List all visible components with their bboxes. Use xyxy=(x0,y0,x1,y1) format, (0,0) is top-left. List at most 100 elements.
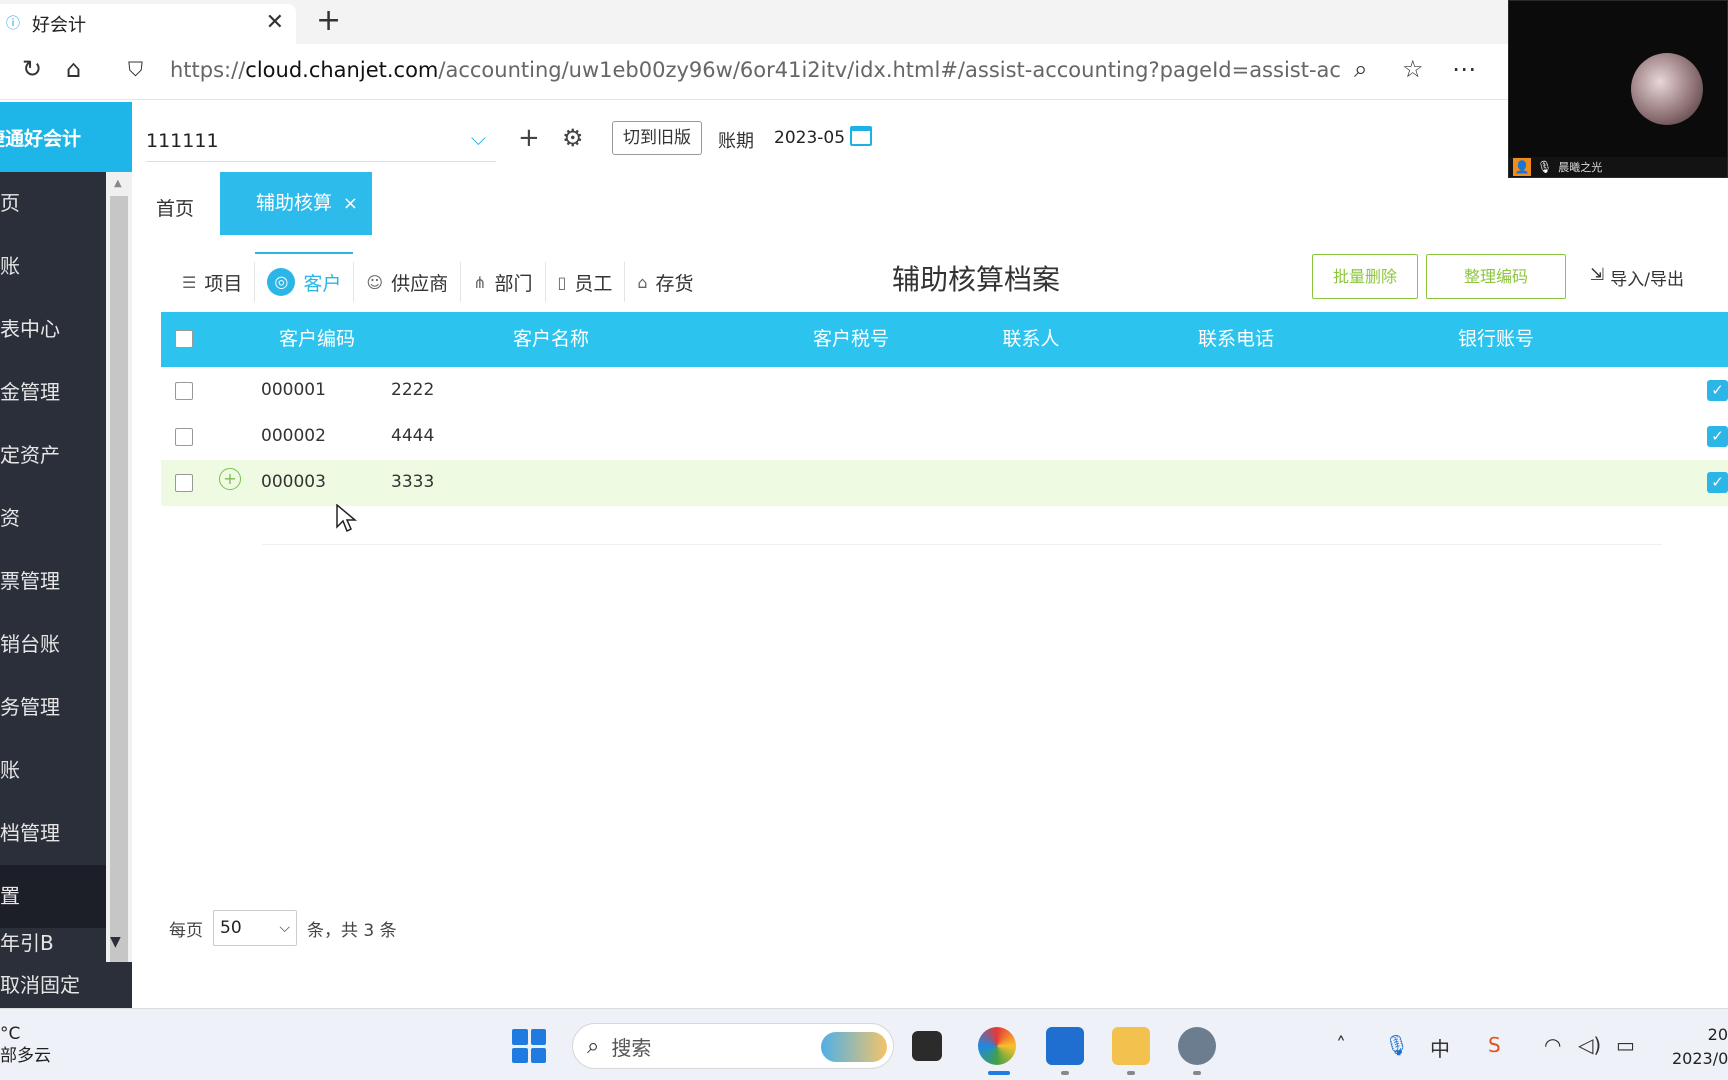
scroll-up-icon[interactable]: ▲ xyxy=(114,178,122,189)
column-header[interactable]: 银行账号 xyxy=(1431,312,1561,367)
sogou-input-icon[interactable]: S xyxy=(1488,1033,1501,1057)
battery-icon[interactable]: ▭ xyxy=(1616,1033,1635,1057)
ime-indicator[interactable]: 中 xyxy=(1430,1033,1450,1062)
category-tab-department[interactable]: ⋔ 部门 xyxy=(461,262,546,302)
sidebar-item-tax[interactable]: 务管理 xyxy=(0,676,106,739)
column-header[interactable]: 联系人 xyxy=(981,312,1081,367)
sidebar-item-salary[interactable]: 资 xyxy=(0,487,106,550)
shield-icon[interactable]: ⛉ xyxy=(128,54,143,84)
favorite-star-icon[interactable]: ☆ xyxy=(1402,54,1424,84)
home-icon[interactable]: ⌂ xyxy=(66,54,81,84)
sidebar-item-partial[interactable]: 年引B xyxy=(0,928,106,958)
switch-old-version-button[interactable]: 切到旧版 xyxy=(612,121,702,155)
sidebar-item-settings[interactable]: 置 xyxy=(0,865,106,928)
sidebar-item-reports[interactable]: 表中心 xyxy=(0,298,106,361)
unpin-sidebar-button[interactable]: 取消固定 xyxy=(0,962,132,1008)
sidebar-item-archives[interactable]: 档管理 xyxy=(0,802,106,865)
row-checkbox[interactable] xyxy=(175,428,193,446)
tab-home[interactable]: 首页 xyxy=(156,194,194,221)
category-tab-project[interactable]: ☰ 项目 xyxy=(170,262,256,302)
status-checkbox[interactable]: ✓ xyxy=(1707,472,1728,493)
new-tab-icon[interactable]: + xyxy=(316,4,341,38)
reorganize-codes-button[interactable]: 整理编码 xyxy=(1426,254,1566,299)
app-logo-text: 捷通好会计 xyxy=(0,127,82,150)
calendar-icon[interactable] xyxy=(850,126,872,146)
file-explorer-dark-icon[interactable] xyxy=(912,1031,942,1061)
row-checkbox[interactable] xyxy=(175,474,193,492)
add-row-icon[interactable]: + xyxy=(219,468,241,490)
browser-tab[interactable]: ⓘ 好会计 ✕ xyxy=(0,4,296,44)
category-tab-inventory[interactable]: ⌂ 存货 xyxy=(625,262,705,302)
sidebar-item-ledger[interactable]: 账 xyxy=(0,235,106,298)
select-all-checkbox[interactable] xyxy=(175,330,193,348)
list-icon: ☰ xyxy=(182,272,197,292)
category-tab-label: 供应商 xyxy=(391,272,449,295)
browser-tab-title: 好会计 xyxy=(32,15,86,36)
tab-assist-accounting[interactable]: 辅助核算 × xyxy=(220,172,372,235)
table-row[interactable]: + 000003 3333 ✓ xyxy=(161,460,1728,506)
chevron-up-icon[interactable]: ˄ xyxy=(1336,1033,1346,1057)
status-checkbox[interactable]: ✓ xyxy=(1707,380,1728,401)
category-tab-employee[interactable]: ▯ 员工 xyxy=(546,262,626,302)
sidebar-scrollbar[interactable]: ▲ ▼ xyxy=(106,172,132,1008)
import-export-button[interactable]: ⇲ 导入/导出 xyxy=(1590,265,1684,290)
reload-icon[interactable]: ↻ xyxy=(22,54,42,84)
status-checkbox[interactable]: ✓ xyxy=(1707,426,1728,447)
scroll-down-icon[interactable]: ▼ xyxy=(110,934,121,950)
system-clock[interactable]: 20 2023/0 xyxy=(1672,1023,1728,1071)
column-header[interactable]: 客户编码 xyxy=(261,312,373,367)
volume-icon[interactable]: ◁) xyxy=(1578,1033,1601,1057)
category-tab-label: 客户 xyxy=(303,272,342,295)
close-icon[interactable]: × xyxy=(343,172,358,235)
customer-code: 000002 xyxy=(261,426,326,446)
close-tab-icon[interactable]: ✕ xyxy=(266,10,284,35)
active-app-indicator xyxy=(988,1071,1010,1075)
sidebar-item-fixed-assets[interactable]: 定资产 xyxy=(0,424,106,487)
batch-delete-button[interactable]: 批量删除 xyxy=(1312,254,1418,299)
column-header[interactable]: 联系电话 xyxy=(1171,312,1301,367)
video-call-overlay[interactable]: 👤 🎙 晨曦之光 xyxy=(1508,0,1728,178)
meeting-app-icon[interactable] xyxy=(1046,1027,1084,1065)
category-tab-label: 项目 xyxy=(204,272,243,295)
url-field[interactable]: https://cloud.chanjet.com/accounting/uw1… xyxy=(170,58,1340,82)
sidebar-item-funds[interactable]: 金管理 xyxy=(0,361,106,424)
per-page-label: 每页 xyxy=(169,920,203,941)
search-icon: ⌕ xyxy=(587,1033,600,1059)
app-indicator xyxy=(1127,1071,1135,1075)
category-tab-customer[interactable]: ◎ 客户 xyxy=(255,252,355,302)
sidebar-item-sales-ledger[interactable]: 销台账 xyxy=(0,613,106,676)
sidebar-item-invoices[interactable]: 票管理 xyxy=(0,550,106,613)
table-header: 客户编码 客户名称 客户税号 联系人 联系电话 银行账号 xyxy=(161,312,1728,367)
category-tab-supplier[interactable]: ☺ 供应商 xyxy=(354,262,462,302)
zoom-icon[interactable]: ⌕ xyxy=(1354,54,1367,84)
table-row[interactable]: 000001 2222 ✓ xyxy=(161,368,1728,414)
windows-taskbar: °C 部多云 ⌕ 搜索 ˄ 🎙 中 S ◠ ◁) ▭ 20 2023/0 xyxy=(0,1008,1728,1080)
row-checkbox[interactable] xyxy=(175,382,193,400)
column-header[interactable]: 客户税号 xyxy=(781,312,921,367)
clock-date: 2023/0 xyxy=(1672,1049,1728,1068)
table-row[interactable]: 000002 4444 ✓ xyxy=(161,414,1728,460)
microphone-icon[interactable]: 🎙 xyxy=(1384,1033,1409,1057)
per-page-select[interactable]: 50 ⌵ xyxy=(213,910,297,946)
period-value[interactable]: 2023-05 xyxy=(774,128,845,148)
add-icon[interactable]: + xyxy=(518,124,540,152)
sidebar-item-home[interactable]: 页 xyxy=(0,172,106,235)
gear-icon[interactable]: ⚙ xyxy=(562,124,584,152)
company-selector[interactable]: 111111 ⌵ xyxy=(146,120,496,162)
taskbar-search[interactable]: ⌕ 搜索 xyxy=(572,1023,894,1069)
settings-gear-icon[interactable] xyxy=(1178,1027,1216,1065)
chrome-browser-icon[interactable] xyxy=(978,1027,1016,1065)
search-placeholder: 搜索 xyxy=(611,1035,652,1060)
folder-icon[interactable] xyxy=(1112,1027,1150,1065)
mouse-cursor-icon xyxy=(336,504,358,533)
customer-code: 000001 xyxy=(261,380,326,400)
wifi-icon[interactable]: ◠ xyxy=(1544,1033,1561,1057)
column-header[interactable]: 客户名称 xyxy=(481,312,621,367)
weather-widget[interactable]: °C 部多云 xyxy=(0,1023,51,1067)
search-highlight-image xyxy=(821,1032,887,1062)
pagination: 每页 50 ⌵ 条，共 3 条 xyxy=(169,910,397,946)
sidebar-item-closing[interactable]: 账 xyxy=(0,739,106,802)
windows-start-icon[interactable] xyxy=(512,1029,546,1063)
more-menu-icon[interactable]: ⋯ xyxy=(1452,54,1476,84)
scrollbar-thumb[interactable] xyxy=(110,196,128,992)
